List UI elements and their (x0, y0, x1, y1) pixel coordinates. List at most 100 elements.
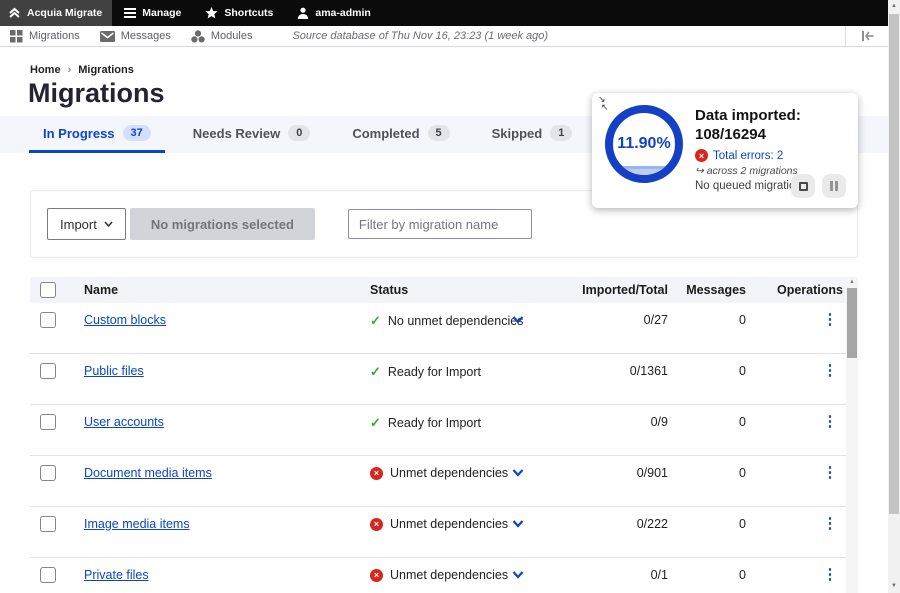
tab-count-badge: 5 (428, 125, 450, 141)
status-error-icon: × (370, 518, 383, 531)
error-icon: × (695, 149, 708, 162)
nav-migrations[interactable]: Migrations (0, 30, 90, 43)
status-success-icon: ✓ (370, 415, 381, 431)
row-operations-button[interactable]: ⋮ (820, 515, 840, 532)
tab-skipped[interactable]: Skipped 1 (478, 116, 587, 153)
imported-total-value: 0/901 (530, 466, 668, 480)
envelope-icon (100, 31, 115, 42)
row-operations-button[interactable]: ⋮ (820, 311, 840, 328)
pause-button[interactable] (822, 174, 846, 198)
hamburger-icon (124, 8, 136, 18)
header-operations: Operations (730, 277, 843, 303)
page-scrollbar[interactable]: ▲ ▼ (888, 0, 900, 593)
user-menu[interactable]: ama-admin (285, 0, 382, 26)
total-errors-link[interactable]: Total errors: 2 (713, 150, 783, 162)
collapse-panel-button[interactable] (845, 26, 888, 46)
tab-completed[interactable]: Completed 5 (338, 116, 463, 153)
table-scrollbar-thumb[interactable] (847, 288, 857, 358)
select-all-checkbox[interactable] (40, 282, 56, 298)
migration-name-link[interactable]: Document media items (84, 466, 212, 480)
source-database-note: Source database of Thu Nov 16, 23:23 (1 … (292, 30, 548, 42)
star-icon (205, 7, 218, 19)
messages-count: 0 (680, 466, 746, 480)
table-row: Public files ✓ Ready for Import 0/1361 0… (30, 354, 846, 405)
tab-in-progress[interactable]: In Progress 37 (29, 116, 165, 153)
resize-handle-icon[interactable]: ↘ ↖ (598, 95, 614, 115)
row-operations-button[interactable]: ⋮ (820, 464, 840, 481)
manage-menu[interactable]: Manage (112, 0, 193, 26)
tab-count-badge: 1 (550, 125, 572, 141)
row-operations-button[interactable]: ⋮ (820, 566, 840, 583)
row-checkbox[interactable] (40, 516, 56, 532)
status-success-icon: ✓ (370, 313, 381, 329)
messages-count: 0 (680, 364, 746, 378)
table-body: Custom blocks ✓ No unmet dependencies 0/… (30, 303, 846, 593)
stop-icon (799, 182, 808, 191)
tab-label: Skipped (492, 126, 543, 141)
messages-count: 0 (680, 517, 746, 531)
messages-count: 0 (680, 313, 746, 327)
migration-name-link[interactable]: Private files (84, 568, 149, 582)
breadcrumb: Home › Migrations (30, 64, 134, 76)
breadcrumb-home-link[interactable]: Home (30, 64, 61, 76)
imported-total-value: 0/27 (530, 313, 668, 327)
migration-name-link[interactable]: Public files (84, 364, 144, 378)
row-operations-button[interactable]: ⋮ (820, 362, 840, 379)
tab-count-badge: 0 (288, 125, 310, 141)
migration-name-link[interactable]: Image media items (84, 517, 190, 531)
breadcrumb-separator: › (68, 64, 72, 76)
row-checkbox[interactable] (40, 414, 56, 430)
data-imported-label: Data imported: (695, 106, 850, 125)
imported-total-value: 0/1 (530, 568, 668, 582)
nav-modules[interactable]: Modules (181, 30, 263, 43)
row-checkbox[interactable] (40, 363, 56, 379)
selection-status-button[interactable]: No migrations selected (130, 208, 315, 240)
table-row: User accounts ✓ Ready for Import 0/9 0 ⋮ (30, 405, 846, 456)
shortcuts-menu[interactable]: Shortcuts (193, 0, 285, 26)
nav-messages[interactable]: Messages (90, 30, 181, 42)
table-row: Image media items × Unmet dependencies 0… (30, 507, 846, 558)
page-scroll-down-icon[interactable]: ▼ (888, 580, 900, 592)
status-text: Unmet dependencies (390, 517, 508, 531)
module-toolbar: Migrations Messages Modules Source datab… (0, 26, 888, 47)
admin-toolbar: Acquia Migrate Manage Shortcuts ama-admi… (0, 0, 888, 26)
scroll-up-icon[interactable]: ▲ (846, 277, 858, 287)
double-chevron-up-icon (8, 7, 21, 19)
table-header: Name Status Imported/Total Messages Oper… (30, 277, 846, 303)
messages-count: 0 (680, 415, 746, 429)
tab-label: In Progress (43, 126, 115, 141)
status-error-icon: × (370, 569, 383, 582)
row-checkbox[interactable] (40, 465, 56, 481)
page-scroll-up-icon[interactable]: ▲ (888, 0, 900, 12)
collapse-left-icon (861, 31, 874, 41)
page-title: Migrations (28, 78, 165, 109)
page-scrollbar-thumb[interactable] (889, 14, 899, 514)
app-window: Acquia Migrate Manage Shortcuts ama-admi… (0, 0, 900, 593)
expand-dependencies-icon[interactable] (512, 520, 524, 528)
expand-dependencies-icon[interactable] (512, 571, 524, 579)
filter-migrations-input[interactable] (348, 209, 532, 239)
stop-button[interactable] (791, 174, 815, 198)
row-checkbox[interactable] (40, 312, 56, 328)
status-text: No unmet dependencies (388, 314, 524, 328)
acquia-migrate-menu[interactable]: Acquia Migrate (0, 0, 112, 26)
pause-icon (830, 181, 838, 191)
import-dropdown-button[interactable]: Import (47, 208, 126, 240)
status-text: Ready for Import (388, 365, 481, 379)
status-text: Ready for Import (388, 416, 481, 430)
table-row: Custom blocks ✓ No unmet dependencies 0/… (30, 303, 846, 354)
header-name: Name (84, 277, 118, 303)
brand-label: Acquia Migrate (27, 7, 102, 19)
imported-total-value: 0/222 (530, 517, 668, 531)
status-success-icon: ✓ (370, 364, 381, 380)
migration-name-link[interactable]: Custom blocks (84, 313, 166, 327)
status-text: Unmet dependencies (390, 466, 508, 480)
row-checkbox[interactable] (40, 567, 56, 583)
migration-name-link[interactable]: User accounts (84, 415, 164, 429)
row-operations-button[interactable]: ⋮ (820, 413, 840, 430)
tab-needs-review[interactable]: Needs Review 0 (179, 116, 325, 153)
expand-dependencies-icon[interactable] (512, 316, 524, 324)
expand-dependencies-icon[interactable] (512, 469, 524, 477)
table-scrollbar[interactable]: ▲ (846, 277, 858, 593)
messages-count: 0 (680, 568, 746, 582)
